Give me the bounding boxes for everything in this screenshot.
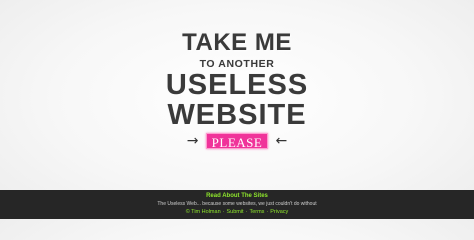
footer-separator: · xyxy=(266,209,269,215)
arrow-right-icon: → xyxy=(186,133,199,149)
hero-title-line-2: TO ANOTHER xyxy=(199,58,275,70)
hero-title-line-3: USELESS xyxy=(165,69,309,101)
hero-title-line-4: WEBSITE xyxy=(167,99,307,131)
credit-link[interactable]: © Tim Holman xyxy=(186,209,221,215)
footer: Read About The Sites The Useless Web... … xyxy=(0,190,474,219)
footer-separator: · xyxy=(222,209,225,215)
arrow-left-icon: ← xyxy=(275,133,288,149)
about-sites-link[interactable]: Read About The Sites xyxy=(0,193,474,200)
hero: TAKE ME TO ANOTHER USELESS WEBSITE → PLE… xyxy=(0,0,474,190)
footer-tagline: The Useless Web... because some websites… xyxy=(157,201,317,207)
terms-link[interactable]: Terms xyxy=(249,209,264,215)
hero-title-line-1: TAKE ME xyxy=(182,29,292,56)
submit-link[interactable]: Submit xyxy=(226,209,243,215)
please-row: → PLEASE ← xyxy=(0,132,474,150)
footer-links: © Tim Holman · Submit · Terms · Privacy xyxy=(0,209,474,216)
please-button[interactable]: PLEASE xyxy=(205,133,269,150)
footer-separator: · xyxy=(245,209,248,215)
privacy-link[interactable]: Privacy xyxy=(270,209,288,215)
